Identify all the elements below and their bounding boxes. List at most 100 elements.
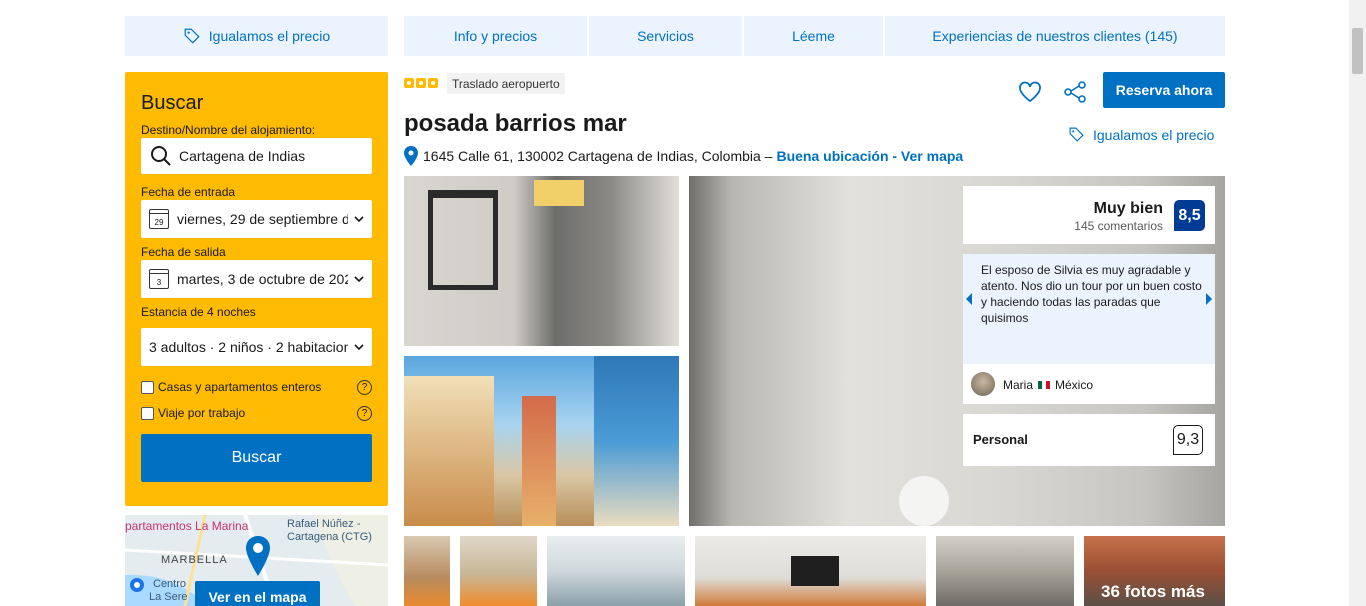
star-rating — [404, 78, 438, 88]
share-icon[interactable] — [1063, 80, 1087, 104]
checkbox-box[interactable] — [141, 380, 154, 394]
work-trip-label: Viaje por trabajo — [158, 406, 246, 420]
thumbnail-photo[interactable] — [547, 536, 685, 606]
chevron-right-icon[interactable] — [1204, 292, 1214, 306]
checkout-label: Fecha de salida — [141, 245, 226, 259]
checkin-field[interactable]: 29 viernes, 29 de septiembre de 2023 — [141, 200, 372, 238]
location-pin-icon — [404, 146, 418, 166]
thumbnail-more-photos[interactable]: 36 fotos más — [1084, 536, 1225, 606]
checkout-value: martes, 3 de octubre de 2023 — [177, 271, 348, 287]
star-icon — [404, 78, 414, 88]
review-count: 145 comentarios — [1074, 219, 1163, 233]
destination-value: Cartagena de Indias — [179, 148, 306, 164]
reserve-now-button[interactable]: Reserva ahora — [1103, 72, 1225, 108]
tab-info-prices-label: Info y precios — [453, 28, 538, 44]
tab-read-me-label: Léeme — [792, 28, 835, 44]
map-pin-icon — [246, 536, 270, 576]
photo-balcony-shape — [594, 356, 679, 526]
review-quote-card: El esposo de Silvia es muy agradable y a… — [963, 254, 1215, 404]
destination-input[interactable]: Cartagena de Indias — [141, 138, 372, 174]
checkout-field[interactable]: 3 martes, 3 de octubre de 2023 — [141, 260, 372, 298]
checkin-label: Fecha de entrada — [141, 185, 236, 199]
search-panel: Buscar Destino/Nombre del alojamiento: C… — [125, 72, 388, 506]
avatar — [971, 372, 995, 396]
photo-tv-shape — [791, 556, 839, 586]
photo-toilet-paper-shape — [899, 476, 949, 526]
photo-sticker-shape — [534, 180, 584, 206]
review-quote: El esposo de Silvia es muy agradable y a… — [981, 263, 1202, 325]
category-label: Personal — [973, 432, 1028, 447]
category-score: 9,3 — [1173, 425, 1203, 455]
thumbnail-photo[interactable] — [936, 536, 1074, 606]
guests-value: 3 adultos · 2 niños · 2 habitaciones — [149, 339, 348, 355]
tab-experiences[interactable]: Experiencias de nuestros clientes (145) — [885, 16, 1225, 56]
search-title: Buscar — [141, 92, 204, 114]
property-name: posada barrios mar — [404, 110, 627, 137]
price-match-label: Igualamos el precio — [1093, 126, 1215, 143]
more-photos-label: 36 fotos más — [1101, 582, 1205, 601]
whole-homes-label: Casas y apartamentos enteros — [158, 380, 322, 394]
tag-icon — [1069, 127, 1084, 142]
guests-field[interactable]: 3 adultos · 2 niños · 2 habitaciones — [141, 328, 372, 366]
tab-price-match[interactable]: Igualamos el precio — [125, 16, 388, 56]
tab-read-me[interactable]: Léeme — [744, 16, 883, 56]
stay-length-label: Estancia de 4 noches — [141, 305, 256, 319]
location-marker-icon — [130, 578, 144, 592]
photo-tower-shape — [522, 396, 556, 526]
view-map-button[interactable]: Ver en el mapa — [195, 581, 320, 606]
map-label-centro: Centro — [153, 578, 187, 590]
thumbnail-photo[interactable] — [460, 536, 537, 606]
thumbnail-photo[interactable] — [695, 536, 926, 606]
map-label-airport: Rafael Núñez - Cartagena (CTG) — [287, 518, 372, 543]
whole-homes-checkbox[interactable]: Casas y apartamentos enteros — [141, 380, 321, 394]
help-icon[interactable]: ? — [357, 406, 372, 421]
photo-cartagena-street[interactable] — [404, 356, 679, 526]
scrollbar[interactable] — [1349, 0, 1366, 606]
mexico-flag-icon — [1038, 381, 1051, 389]
calendar-icon: 29 — [149, 209, 169, 229]
review-score-badge: 8,5 — [1174, 200, 1205, 231]
address-text: 1645 Calle 61, 130002 Cartagena de India… — [423, 148, 773, 164]
calendar-icon: 3 — [149, 269, 169, 289]
tab-info-prices[interactable]: Info y precios — [404, 16, 587, 56]
heart-icon[interactable] — [1018, 81, 1042, 103]
map-label-marbella: MARBELLA — [161, 554, 228, 566]
reviewer-info: Maria México — [1003, 378, 1093, 392]
search-button[interactable]: Buscar — [141, 434, 372, 482]
category-score-card: Personal 9,3 — [963, 414, 1215, 466]
star-icon — [416, 78, 426, 88]
chevron-down-icon — [354, 216, 364, 223]
airport-shuttle-badge: Traslado aeropuerto — [447, 73, 565, 94]
destination-label: Destino/Nombre del alojamiento: — [141, 123, 316, 137]
reviewer-country: México — [1055, 378, 1094, 392]
map-preview[interactable]: partamentos La Marina Rafael Núñez - Car… — [125, 515, 388, 606]
tab-services[interactable]: Servicios — [589, 16, 742, 56]
photo-fridge[interactable] — [404, 176, 679, 346]
work-trip-checkbox[interactable]: Viaje por trabajo — [141, 406, 245, 420]
tab-services-label: Servicios — [637, 28, 694, 44]
checkin-value: viernes, 29 de septiembre de 2023 — [177, 211, 348, 227]
tag-icon — [184, 28, 200, 44]
map-label-serena: La Sere — [149, 591, 188, 603]
map-label-apartments: partamentos La Marina — [125, 519, 249, 533]
chevron-left-icon[interactable] — [964, 292, 974, 306]
chevron-down-icon — [354, 276, 364, 283]
checkout-day: 3 — [156, 278, 162, 287]
photo-building-shape — [404, 376, 494, 526]
property-address: 1645 Calle 61, 130002 Cartagena de India… — [404, 146, 963, 166]
help-icon[interactable]: ? — [357, 380, 372, 395]
star-icon — [428, 78, 438, 88]
location-map-link[interactable]: Buena ubicación - Ver mapa — [776, 148, 963, 164]
rating-word: Muy bien — [1093, 200, 1163, 217]
scrollbar-thumb[interactable] — [1352, 28, 1363, 74]
photo-chair-shape — [428, 190, 498, 290]
checkin-day: 29 — [154, 218, 164, 227]
reviewer-name: Maria — [1003, 378, 1034, 392]
price-match-link[interactable]: Igualamos el precio — [1068, 126, 1214, 143]
tab-price-match-label: Igualamos el precio — [208, 28, 331, 44]
tab-experiences-label: Experiencias de nuestros clientes (145) — [932, 28, 1178, 44]
thumbnail-photo[interactable] — [404, 536, 450, 606]
rating-card[interactable]: Muy bien 145 comentarios 8,5 — [963, 186, 1215, 244]
checkbox-box[interactable] — [141, 406, 154, 420]
search-icon — [151, 146, 171, 166]
